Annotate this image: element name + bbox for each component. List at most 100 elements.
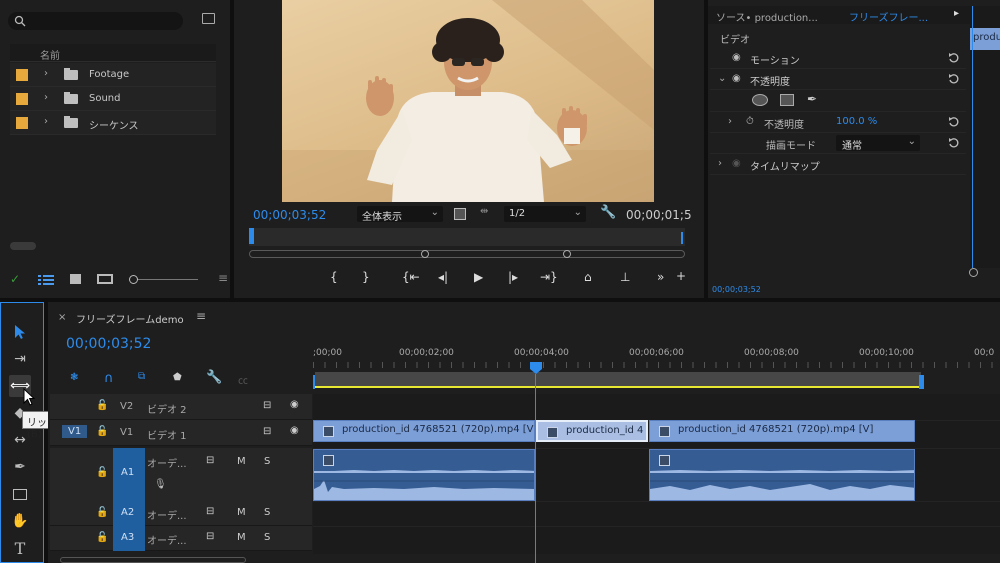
reset-icon[interactable] (948, 136, 960, 148)
lock-icon[interactable]: 🔓 (96, 532, 108, 543)
opacity-effect-row[interactable]: ⌄ ◉ 不透明度 (710, 69, 966, 90)
source-patch-v1[interactable]: V1 (62, 425, 88, 438)
go-to-out-button[interactable]: ⇥} (540, 270, 558, 284)
blend-mode-select[interactable]: 通常 ⌄ (836, 135, 920, 152)
timeline-settings-icon[interactable]: 🔧 (206, 370, 222, 385)
playhead-scrubber[interactable] (249, 228, 685, 246)
add-button[interactable]: + (676, 269, 686, 283)
go-to-in-button[interactable]: {⇤ (402, 270, 420, 284)
solo-button[interactable]: S (264, 507, 270, 518)
visibility-eye-icon[interactable]: ◉ (732, 52, 741, 63)
toggle-sync-icon[interactable]: ⊟ (263, 426, 271, 437)
safe-margins-icon[interactable]: ⇹ (480, 206, 488, 217)
work-area-bar[interactable] (315, 372, 921, 388)
pen-tool[interactable]: ✒ (9, 456, 31, 478)
settings-icon[interactable] (454, 208, 466, 220)
visibility-eye-icon[interactable]: ◉ (290, 399, 299, 410)
horizontal-scrollbar[interactable] (10, 242, 36, 250)
label-color-swatch[interactable] (16, 93, 28, 105)
timeline-timecode[interactable]: 00;00;03;52 (66, 336, 151, 352)
chevron-right-icon[interactable]: › (44, 92, 48, 103)
time-remap-row[interactable]: › ◉ タイムリマップ (710, 154, 966, 175)
new-search-bin-icon[interactable] (202, 13, 215, 24)
bin-item-footage[interactable]: › Footage (10, 63, 216, 87)
lift-button[interactable]: ⌂ (584, 270, 592, 284)
lock-icon[interactable]: 🔓 (96, 507, 108, 518)
writable-check-icon[interactable]: ✓ (10, 272, 20, 286)
microphone-icon[interactable]: 🎙 (154, 479, 167, 490)
zoom-select[interactable]: 全体表示 ⌄ (357, 206, 443, 223)
zoom-scrollbar[interactable] (249, 250, 685, 258)
freeform-view-icon[interactable] (97, 274, 113, 284)
list-view-icon[interactable] (38, 275, 54, 285)
reset-icon[interactable] (948, 115, 960, 127)
ellipse-mask-icon[interactable] (752, 94, 768, 106)
time-ruler[interactable]: ;00;00 00;00;02;00 00;00;04;00 00;00;06;… (313, 342, 1000, 392)
step-back-button[interactable]: ◂| (438, 270, 448, 284)
step-forward-button[interactable]: |▸ (508, 270, 518, 284)
chevron-down-icon[interactable]: ⌄ (718, 73, 726, 84)
tab-effect-controls[interactable]: フリーズフレー... (849, 9, 928, 24)
chevron-right-icon[interactable]: › (44, 68, 48, 79)
mute-button[interactable]: M (237, 532, 246, 543)
playhead-line[interactable] (535, 374, 536, 563)
stopwatch-icon[interactable]: ⏱ (746, 116, 754, 127)
captions-icon[interactable]: ㏄ (238, 372, 248, 387)
toggle-sync-icon[interactable]: ⊟ (206, 455, 214, 466)
opacity-value[interactable]: 100.0 % (836, 116, 877, 127)
audio-clip[interactable] (313, 449, 535, 501)
zoom-slider[interactable] (133, 279, 198, 280)
add-marker-icon[interactable]: ⬟ (173, 372, 182, 383)
bin-item-sound[interactable]: › Sound (10, 87, 216, 111)
reset-icon[interactable] (948, 51, 960, 63)
selection-tool[interactable] (9, 321, 31, 343)
reset-icon[interactable] (948, 72, 960, 84)
icon-view-icon[interactable] (70, 274, 81, 284)
toggle-sync-icon[interactable]: ⊟ (206, 531, 214, 542)
motion-effect-row[interactable]: ◉ モーション (710, 48, 966, 69)
audio-clip[interactable] (649, 449, 915, 501)
tab-source[interactable]: ソース• production... (716, 9, 818, 24)
play-button[interactable]: ▶ (474, 270, 483, 284)
toggle-sync-icon[interactable]: ⊟ (263, 400, 271, 411)
lock-icon[interactable]: 🔓 (96, 467, 108, 478)
video-clip[interactable]: production_id 4768521 (720p).mp4 [V] (649, 420, 915, 442)
resolution-select[interactable]: 1/2 ⌄ (504, 206, 586, 222)
chevron-right-icon[interactable]: › (728, 116, 732, 127)
track-select-tool[interactable]: ⇥ (9, 348, 31, 370)
rectangle-tool[interactable] (9, 483, 31, 505)
solo-button[interactable]: S (264, 532, 270, 543)
snap-icon[interactable]: ∩ (104, 371, 114, 386)
mute-button[interactable]: M (237, 456, 246, 467)
zoom-slider-handle[interactable] (129, 275, 138, 284)
lock-icon[interactable]: 🔓 (96, 426, 108, 437)
bin-item-sequence[interactable]: › シーケンス (10, 111, 216, 135)
mark-out-button[interactable]: } (362, 270, 370, 284)
playhead-marker[interactable] (530, 362, 542, 374)
nest-toggle-icon[interactable]: ❃ (70, 372, 78, 383)
search-input[interactable] (8, 12, 183, 30)
chevron-right-icon[interactable]: ▸ (954, 8, 959, 19)
linked-selection-icon[interactable]: ⧉ (138, 371, 145, 382)
close-tab-icon[interactable]: × (58, 312, 66, 323)
mute-button[interactable]: M (237, 507, 246, 518)
chevron-right-icon[interactable]: › (718, 158, 722, 169)
lock-icon[interactable]: 🔓 (96, 400, 108, 411)
wrench-icon[interactable]: 🔧 (600, 205, 616, 220)
program-timecode[interactable]: 00;00;03;52 (253, 208, 326, 222)
label-color-swatch[interactable] (16, 69, 28, 81)
chevron-right-icon[interactable]: › (44, 116, 48, 127)
pen-mask-icon[interactable]: ✒ (807, 92, 817, 106)
hand-tool[interactable]: ✋ (9, 510, 31, 532)
sequence-tab[interactable]: フリーズフレームdemo (76, 311, 184, 326)
more-controls-button[interactable]: » (657, 270, 664, 284)
panel-menu-icon[interactable]: ≡ (196, 309, 206, 323)
visibility-eye-icon[interactable]: ◉ (290, 425, 299, 436)
label-color-swatch[interactable] (16, 117, 28, 129)
toggle-sync-icon[interactable]: ⊟ (206, 506, 214, 517)
panel-menu-icon[interactable]: ≡ (218, 271, 228, 285)
solo-button[interactable]: S (264, 456, 270, 467)
visibility-eye-icon[interactable]: ◉ (732, 73, 741, 84)
rectangle-mask-icon[interactable] (780, 94, 794, 106)
mark-in-button[interactable]: { (330, 270, 338, 284)
